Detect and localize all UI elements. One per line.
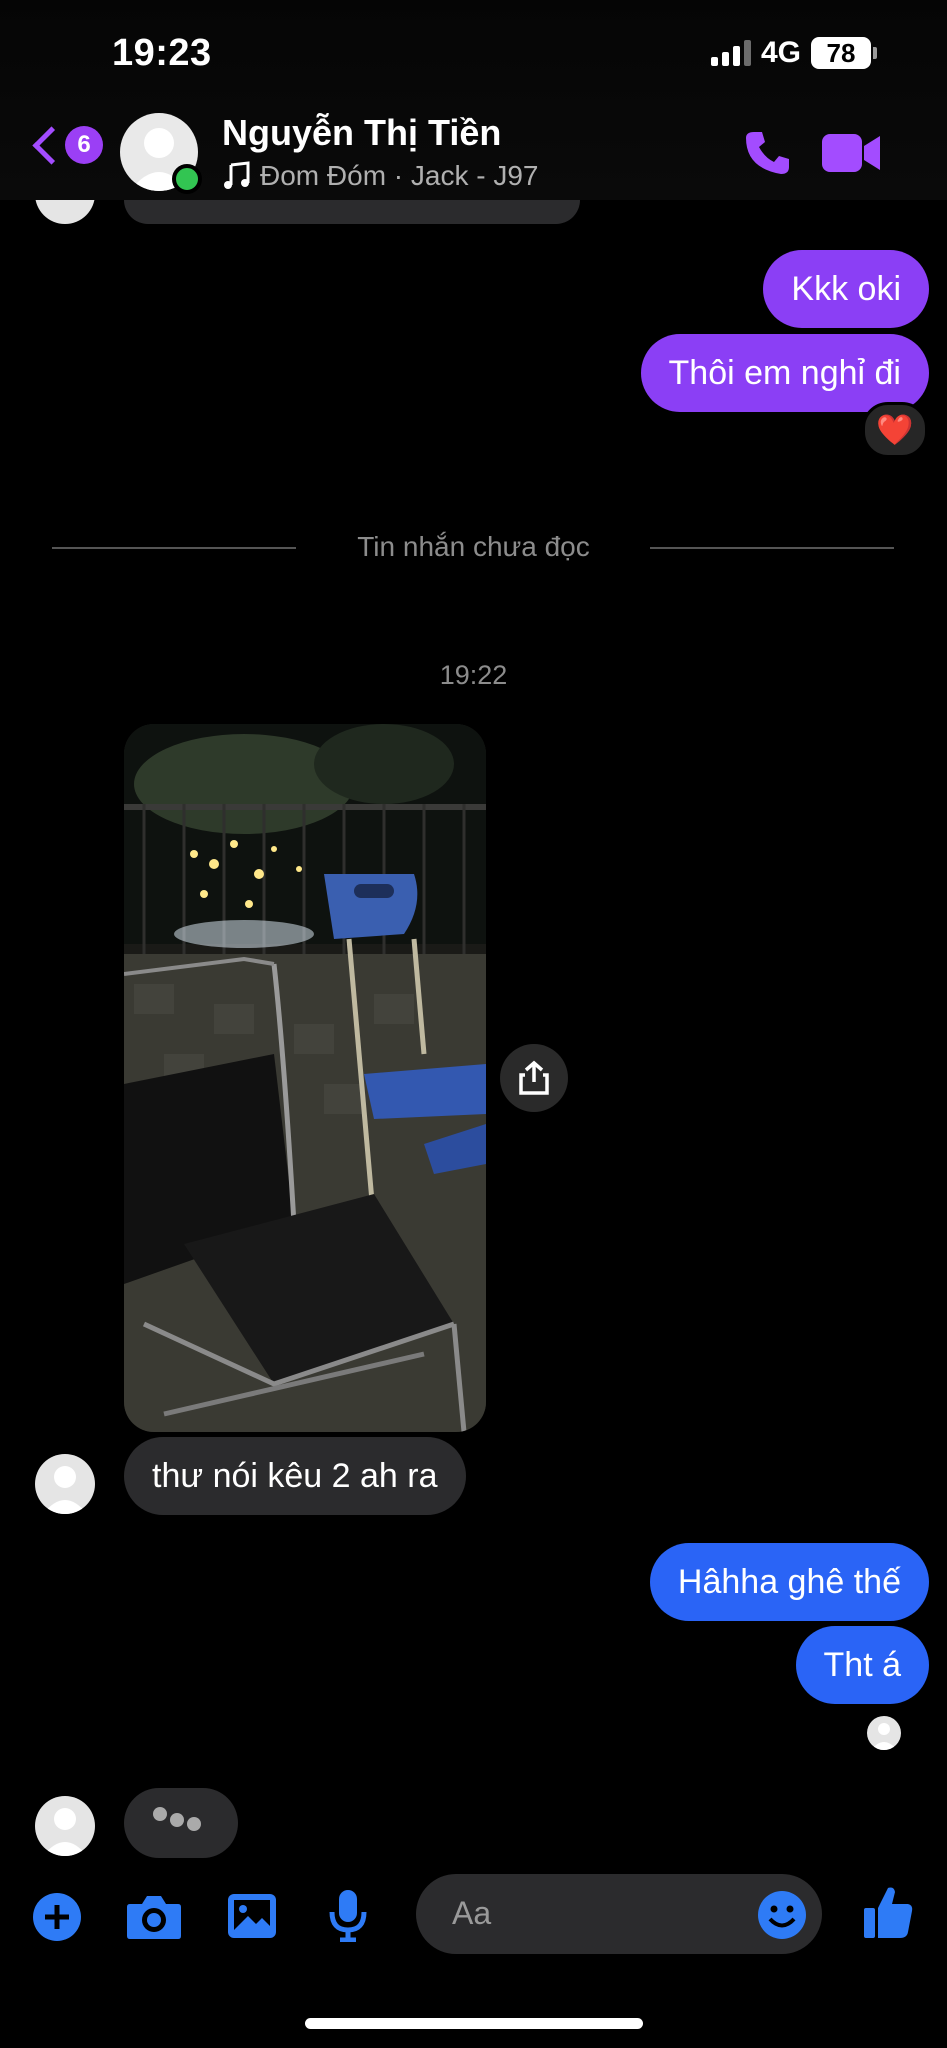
photo-message[interactable] bbox=[124, 724, 486, 1432]
heart-reaction[interactable]: ❤️ bbox=[862, 402, 928, 458]
smiley-icon bbox=[758, 1891, 806, 1939]
like-button[interactable] bbox=[862, 1884, 914, 1945]
contact-name[interactable]: Nguyễn Thị Tiền bbox=[222, 112, 501, 154]
status-indicators: 4G 78 bbox=[710, 36, 877, 70]
message-input-placeholder: Aa bbox=[452, 1895, 492, 1931]
signal-icon bbox=[710, 40, 751, 66]
message-incoming[interactable]: thư nói kêu 2 ah ra bbox=[124, 1437, 466, 1515]
voice-message-button[interactable] bbox=[328, 1888, 368, 1947]
gallery-button[interactable] bbox=[226, 1892, 278, 1945]
status-time: 19:23 bbox=[112, 32, 212, 74]
plus-circle-icon bbox=[33, 1893, 81, 1941]
share-icon bbox=[519, 1060, 549, 1095]
network-type: 4G bbox=[760, 36, 801, 69]
back-button[interactable]: 6 bbox=[28, 125, 103, 165]
photo-content bbox=[124, 724, 486, 1432]
more-actions-button[interactable] bbox=[32, 1892, 82, 1947]
video-call-button[interactable] bbox=[820, 132, 882, 179]
share-button[interactable] bbox=[500, 1044, 568, 1112]
unread-divider-label: Tin nhắn chưa đọc bbox=[357, 531, 590, 562]
contact-avatar-small bbox=[35, 1796, 95, 1856]
phone-icon bbox=[746, 132, 789, 174]
message-outgoing[interactable]: Thôi em nghỉ đi bbox=[640, 334, 929, 412]
previous-message-bubble[interactable] bbox=[124, 200, 580, 224]
phone-call-button[interactable] bbox=[742, 128, 792, 183]
now-playing-text: Đom Đóm · Jack - J97 bbox=[260, 160, 539, 191]
online-status-dot bbox=[172, 164, 202, 194]
seen-receipt-avatar bbox=[867, 1716, 901, 1750]
message-outgoing[interactable]: Kkk oki bbox=[763, 250, 929, 328]
emoji-button[interactable] bbox=[757, 1890, 807, 1945]
now-playing[interactable]: Đom Đóm · Jack - J97 bbox=[222, 160, 539, 192]
home-indicator bbox=[305, 2018, 643, 2029]
camera-icon bbox=[127, 1896, 181, 1939]
contact-avatar-small[interactable] bbox=[35, 1454, 95, 1514]
music-note-icon bbox=[224, 161, 250, 189]
chevron-left-icon bbox=[32, 125, 71, 165]
message-outgoing[interactable]: Hâhha ghê thế bbox=[649, 1543, 929, 1621]
camera-button[interactable] bbox=[126, 1892, 182, 1945]
battery-icon: 78 bbox=[811, 37, 877, 69]
battery-level: 78 bbox=[811, 37, 871, 69]
video-camera-icon bbox=[822, 134, 880, 172]
message-timestamp: 19:22 bbox=[439, 660, 508, 690]
image-icon bbox=[228, 1894, 276, 1938]
microphone-icon bbox=[329, 1890, 367, 1943]
thumbs-up-icon bbox=[864, 1887, 913, 1938]
typing-indicator bbox=[124, 1788, 238, 1858]
message-outgoing[interactable]: Tht á bbox=[795, 1626, 929, 1704]
